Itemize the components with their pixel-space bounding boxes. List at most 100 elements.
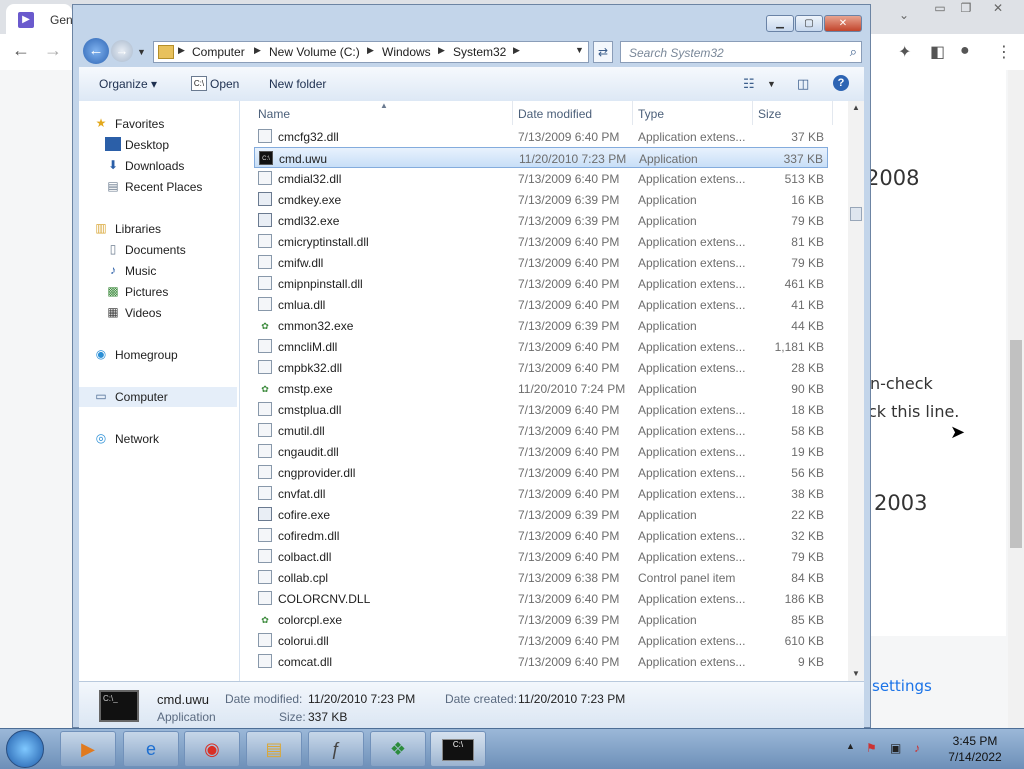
nav-pictures[interactable]: ▩ Pictures (79, 282, 237, 302)
file-row[interactable]: cmdial32.dll 7/13/2009 6:40 PM Application… (254, 168, 828, 189)
scroll-up-arrow-icon[interactable]: ▲ (852, 103, 860, 112)
side-panel-icon[interactable]: ◧ (930, 42, 945, 62)
column-separator[interactable] (512, 101, 513, 125)
help-icon[interactable]: ? (833, 75, 849, 91)
maximize-icon[interactable]: ▢ (795, 15, 823, 32)
media-player-icon[interactable]: ▶ (60, 731, 116, 767)
nav-music[interactable]: ♪ Music (79, 261, 237, 281)
nav-downloads[interactable]: ⬇ Downloads (79, 156, 237, 176)
file-row[interactable]: cngprovider.dll 7/13/2009 6:40 PM Applicat… (254, 462, 828, 483)
volume-muted-icon[interactable]: ♪ (914, 741, 920, 755)
file-row[interactable]: ✿ cmstp.exe 11/20/2010 7:24 PM Application 9… (254, 378, 828, 399)
file-row[interactable]: cmlua.dll 7/13/2009 6:40 PM Application ex… (254, 294, 828, 315)
file-row[interactable]: cmncliM.dll 7/13/2009 6:40 PM Application … (254, 336, 828, 357)
search-input[interactable]: Search System32 ⌕ (620, 41, 862, 63)
nav-recent-places[interactable]: ▤ Recent Places (79, 177, 237, 197)
registry-icon[interactable]: ❖ (370, 731, 426, 767)
file-row[interactable]: cofiredm.dll 7/13/2009 6:40 PM Application… (254, 525, 828, 546)
clock[interactable]: 3:45 PM 7/14/2022 (940, 733, 1010, 765)
vertical-scrollbar[interactable]: ▲ ▼ (848, 101, 864, 681)
file-row[interactable]: cmutil.dll 7/13/2009 6:40 PM Application e… (254, 420, 828, 441)
file-row[interactable]: collab.cpl 7/13/2009 6:38 PM Control panel… (254, 567, 828, 588)
file-row[interactable]: ✿ colorcpl.exe 7/13/2009 6:39 PM Applicatio… (254, 609, 828, 630)
breadcrumb-arrow-icon[interactable]: ▶ (438, 45, 445, 56)
forward-arrow-icon[interactable]: → (44, 40, 62, 61)
start-button-icon[interactable] (6, 730, 44, 768)
browser-scrollbar-thumb[interactable] (1010, 340, 1022, 548)
organize-menu[interactable]: Organize ▾ (99, 77, 157, 91)
preview-pane-icon[interactable]: ◫ (797, 76, 809, 92)
file-row[interactable]: ✿ cmmon32.exe 7/13/2009 6:39 PM Application… (254, 315, 828, 336)
search-icon[interactable]: ⌕ (850, 44, 857, 60)
open-icon[interactable]: C:\ (191, 76, 207, 91)
breadcrumb-arrow-icon[interactable]: ▶ (367, 45, 374, 56)
file-row[interactable]: colbact.dll 7/13/2009 6:40 PM Application … (254, 546, 828, 567)
breadcrumb-new-volume[interactable]: New Volume (C:) (269, 45, 360, 59)
scroll-down-arrow-icon[interactable]: ▼ (852, 669, 860, 678)
minimize-icon[interactable]: ▁ (766, 15, 794, 32)
nav-computer[interactable]: ▭ Computer (79, 387, 237, 407)
breadcrumb-arrow-icon[interactable]: ▶ (178, 45, 185, 56)
browser-restore-icon[interactable]: ❐ (954, 1, 978, 17)
explorer-folder-icon[interactable]: ▤ (246, 731, 302, 767)
view-options-icon[interactable]: ☷ (743, 76, 755, 92)
internet-explorer-icon[interactable]: e (123, 731, 179, 767)
browser-close-icon[interactable]: ✕ (986, 1, 1010, 17)
chrome-icon[interactable]: ◉ (184, 731, 240, 767)
column-separator[interactable] (752, 101, 753, 125)
file-row[interactable]: cmdl32.exe 7/13/2009 6:39 PM Application 79… (254, 210, 828, 231)
forward-button-icon[interactable]: → (111, 40, 133, 62)
column-header-name[interactable]: Name (258, 107, 290, 121)
file-row[interactable]: cmipnpinstall.dll 7/13/2009 6:40 PM Applic… (254, 273, 828, 294)
file-row[interactable]: comcat.dll 7/13/2009 6:40 PM Application e… (254, 651, 828, 672)
file-row[interactable]: cnvfat.dll 7/13/2009 6:40 PM Application e… (254, 483, 828, 504)
nav-network[interactable]: ◎ Network (79, 429, 237, 449)
file-row[interactable]: COLORCNV.DLL 7/13/2009 6:40 PM Application… (254, 588, 828, 609)
flash-icon[interactable]: ƒ (308, 731, 364, 767)
browser-minimize-icon[interactable]: ▭ (928, 1, 952, 17)
close-icon[interactable]: ✕ (824, 15, 862, 32)
network-tray-icon[interactable]: ▣ (890, 741, 901, 755)
nav-videos[interactable]: ▦ Videos (79, 303, 237, 323)
title-bar[interactable]: ▁ ▢ ✕ (73, 5, 870, 35)
nav-desktop[interactable]: Desktop (79, 135, 237, 155)
file-row[interactable]: cmicryptinstall.dll 7/13/2009 6:40 PM Appl… (254, 231, 828, 252)
refresh-icon[interactable]: ⇄ (593, 41, 613, 63)
file-row[interactable]: cmcfg32.dll 7/13/2009 6:40 PM Application … (254, 126, 828, 147)
settings-link[interactable]: settings (872, 677, 932, 695)
file-row[interactable]: cmdkey.exe 7/13/2009 6:39 PM Application 16… (254, 189, 828, 210)
browser-menu-icon[interactable]: ⋮ (996, 42, 1012, 62)
breadcrumb-arrow-icon[interactable]: ▶ (513, 45, 520, 56)
nav-homegroup[interactable]: ◉ Homegroup (79, 345, 237, 365)
column-header-date-modified[interactable]: Date modified (518, 107, 592, 121)
open-button[interactable]: Open (210, 77, 239, 91)
nav-favorites[interactable]: ★ Favorites (79, 114, 237, 134)
column-separator[interactable] (632, 101, 633, 125)
file-row[interactable]: cmpbk32.dll 7/13/2009 6:40 PM Application … (254, 357, 828, 378)
breadcrumb-computer[interactable]: Computer (192, 45, 245, 59)
column-header-size[interactable]: Size (758, 107, 781, 121)
file-row[interactable]: cngaudit.dll 7/13/2009 6:40 PM Application… (254, 441, 828, 462)
command-prompt-icon[interactable]: C:\ (430, 731, 486, 767)
file-row[interactable]: cmstplua.dll 7/13/2009 6:40 PM Application… (254, 399, 828, 420)
file-row[interactable]: cofire.exe 7/13/2009 6:39 PM Application 22… (254, 504, 828, 525)
file-row[interactable]: colorui.dll 7/13/2009 6:40 PM Application … (254, 630, 828, 651)
column-separator[interactable] (832, 101, 833, 125)
scrollbar-thumb[interactable] (850, 207, 862, 221)
tray-expand-icon[interactable]: ▲ (846, 741, 855, 751)
extensions-puzzle-icon[interactable]: ✦ (898, 42, 911, 62)
address-dropdown-chevron-icon[interactable]: ▼ (575, 45, 584, 55)
tab-search-chevron-icon[interactable]: ⌄ (892, 8, 916, 24)
breadcrumb-system32[interactable]: System32 (453, 45, 506, 59)
address-bar[interactable]: ▶ Computer ▶ New Volume (C:) ▶ Windows ▶… (153, 41, 589, 63)
back-button-icon[interactable]: ← (83, 38, 109, 64)
back-arrow-icon[interactable]: ← (12, 40, 30, 61)
view-dropdown-chevron-icon[interactable]: ▼ (767, 79, 776, 89)
browser-tab[interactable]: ▶ Gen (6, 4, 73, 34)
file-row[interactable]: cmifw.dll 7/13/2009 6:40 PM Application ex… (254, 252, 828, 273)
action-center-icon[interactable]: ⚑ (866, 741, 877, 755)
breadcrumb-windows[interactable]: Windows (382, 45, 431, 59)
column-header-type[interactable]: Type (638, 107, 664, 121)
file-row[interactable]: C:\ cmd.uwu 11/20/2010 7:23 PM Application 3… (254, 147, 828, 168)
profile-avatar-icon[interactable]: ● (960, 42, 970, 60)
